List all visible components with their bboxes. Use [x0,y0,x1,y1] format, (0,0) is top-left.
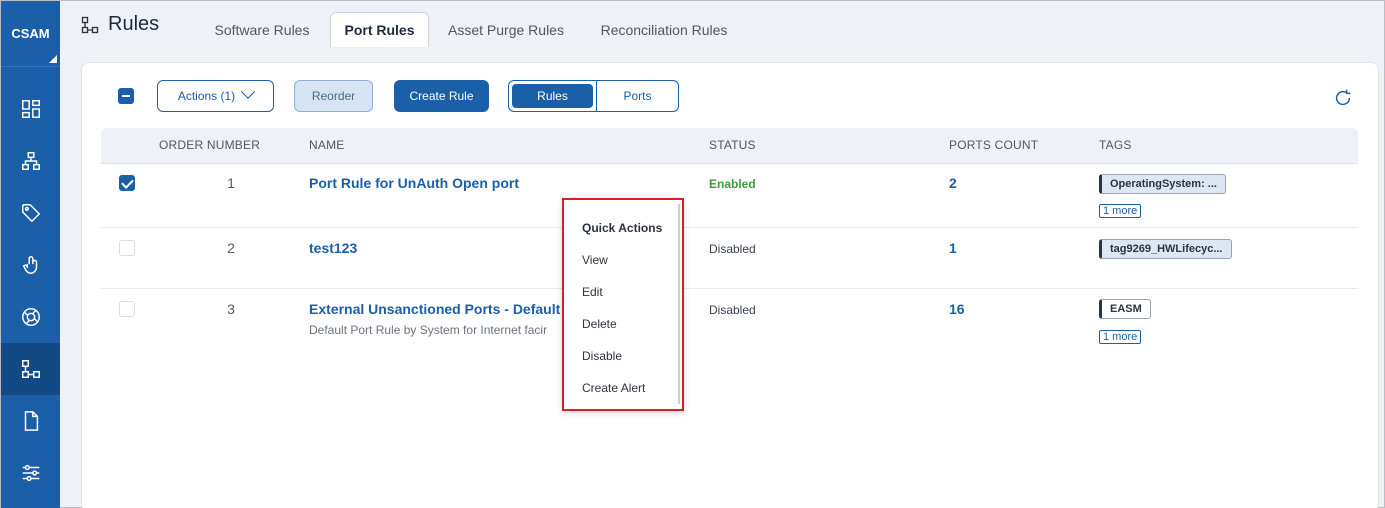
dashboard-icon [21,100,40,118]
toggle-rules[interactable]: Rules [510,82,595,110]
chevron-down-icon [241,84,256,99]
brand-label: CSAM [11,26,50,41]
row-name-link[interactable]: Port Rule for UnAuth Open port [309,175,519,191]
more-tags-link[interactable]: 1 more [1099,204,1142,218]
actions-label: Actions (1) [177,89,236,103]
menu-item-edit[interactable]: Edit [582,285,603,299]
reorder-button[interactable]: Reorder [294,80,373,112]
row-checkbox[interactable] [119,301,135,317]
more-tags-link[interactable]: 1 more [1099,330,1142,344]
tag-chip: OperatingSystem: ... [1099,174,1226,194]
column-status[interactable]: STATUS [709,138,756,152]
brand-logo[interactable]: CSAM [1,1,60,67]
row-checkbox[interactable] [119,175,135,191]
refresh-icon[interactable] [1332,87,1354,109]
tab-port-rules[interactable]: Port Rules [330,12,429,47]
column-order-number[interactable]: ORDER NUMBER [159,138,260,152]
row-name-link[interactable]: External Unsanctioned Ports - Default [309,301,560,317]
page-title: Rules [108,13,160,35]
tab-software-rules[interactable]: Software Rules [200,12,324,47]
ports-count-link[interactable]: 2 [949,175,957,191]
sidebar-item-touch[interactable] [1,239,60,291]
sliders-icon [22,464,39,482]
menu-item-create-alert[interactable]: Create Alert [582,381,645,395]
rules-title-icon [81,16,99,34]
actions-dropdown[interactable]: Actions (1) [157,80,274,112]
network-icon [21,152,40,170]
ports-count-link[interactable]: 16 [949,301,965,317]
row-description: Default Port Rule by System for Internet… [309,323,548,337]
sidebar-item-settings[interactable] [1,447,60,499]
menu-item-view[interactable]: View [582,253,608,267]
menu-item-delete[interactable]: Delete [582,317,617,331]
status-badge: Disabled [709,303,756,317]
expand-corner-icon [49,55,57,63]
row-order: 3 [227,301,235,317]
sidebar-item-rules[interactable] [1,343,60,395]
touch-icon [22,256,37,274]
sidebar-item-orbit[interactable] [1,291,60,343]
table-header: ORDER NUMBER NAME STATUS PORTS COUNT TAG… [101,128,1358,164]
quick-actions-menu: Quick Actions View Edit Delete Disable C… [562,198,684,411]
status-badge: Disabled [709,242,756,256]
document-icon [24,411,38,431]
column-tags[interactable]: TAGS [1099,138,1132,152]
table-row[interactable]: 3 External Unsanctioned Ports - Default … [101,289,1358,353]
quick-actions-title: Quick Actions [582,221,663,235]
ports-count-link[interactable]: 1 [949,240,957,256]
sidebar-item-dashboard[interactable] [1,83,60,135]
row-order: 1 [227,175,235,191]
tag-icon [21,204,40,223]
table-row[interactable]: 1 Port Rule for UnAuth Open port Enabled… [101,164,1358,228]
select-all-checkbox[interactable] [118,88,134,104]
tab-reconciliation-rules[interactable]: Reconciliation Rules [590,12,738,47]
sidebar: CSAM [1,1,60,508]
row-checkbox[interactable] [119,240,135,256]
sidebar-item-documents[interactable] [1,395,60,447]
sidebar-item-network[interactable] [1,135,60,187]
table-row[interactable]: 2 test123 Disabled 1 tag9269_HWLifecyc..… [101,228,1358,289]
rules-icon [21,360,40,378]
tag-chip: EASM [1099,299,1151,319]
menu-item-disable[interactable]: Disable [582,349,622,363]
page-header: Rules Software Rules Port Rules Asset Pu… [60,1,1384,47]
status-badge: Enabled [709,177,756,191]
toggle-ports[interactable]: Ports [596,81,678,111]
view-toggle: Rules Ports [508,80,679,112]
tag-chip: tag9269_HWLifecyc... [1099,239,1232,259]
sidebar-item-tags[interactable] [1,187,60,239]
create-rule-button[interactable]: Create Rule [394,80,489,112]
row-order: 2 [227,240,235,256]
column-ports-count[interactable]: PORTS COUNT [949,138,1038,152]
tab-asset-purge-rules[interactable]: Asset Purge Rules [438,12,574,47]
orbit-icon [21,308,40,326]
row-name-link[interactable]: test123 [309,240,357,256]
column-name[interactable]: NAME [309,138,344,152]
